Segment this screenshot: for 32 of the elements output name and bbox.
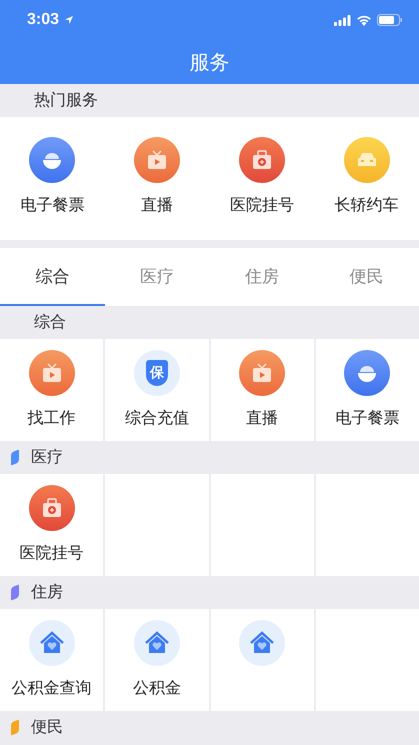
tv-icon <box>239 350 286 396</box>
service-item[interactable]: 电子餐票 <box>316 339 419 441</box>
tv-icon <box>28 350 75 396</box>
tv-icon <box>134 137 180 183</box>
service-item[interactable]: 医院挂号 <box>0 474 104 576</box>
service-item[interactable]: 直播 <box>210 339 314 441</box>
service-item[interactable]: 医院挂号 <box>210 137 314 216</box>
section-title: 住房 <box>31 582 63 603</box>
service-item[interactable]: 直播 <box>104 137 210 216</box>
shield-icon: 保 <box>134 350 180 396</box>
service-item[interactable]: 找工作 <box>0 339 104 441</box>
page-title: 服务 <box>188 48 230 76</box>
service-item[interactable]: 公积金查询 <box>0 609 104 711</box>
service-item[interactable]: 长轿约车 <box>314 137 419 216</box>
wifi-icon <box>356 14 372 26</box>
battery-icon <box>377 14 403 26</box>
section-title: 医疗 <box>31 447 63 468</box>
location-arrow-icon <box>64 15 74 25</box>
medical-kit-icon <box>28 485 75 531</box>
signal-icon <box>334 14 351 26</box>
medical-kit-icon <box>238 137 285 183</box>
service-item[interactable]: 公积金 <box>105 609 208 711</box>
service-item[interactable] <box>210 609 314 711</box>
service-item[interactable]: 保 综合充值 <box>105 339 208 441</box>
section-title: 综合 <box>34 312 66 333</box>
service-item[interactable]: 电子餐票 <box>0 137 105 216</box>
status-time: 3:03 <box>27 11 60 29</box>
rice-bowl-icon <box>344 350 390 396</box>
rice-bowl-icon <box>29 137 76 183</box>
section-title: 热门服务 <box>34 90 98 111</box>
car-icon <box>344 137 390 183</box>
section-title: 便民 <box>31 717 63 738</box>
